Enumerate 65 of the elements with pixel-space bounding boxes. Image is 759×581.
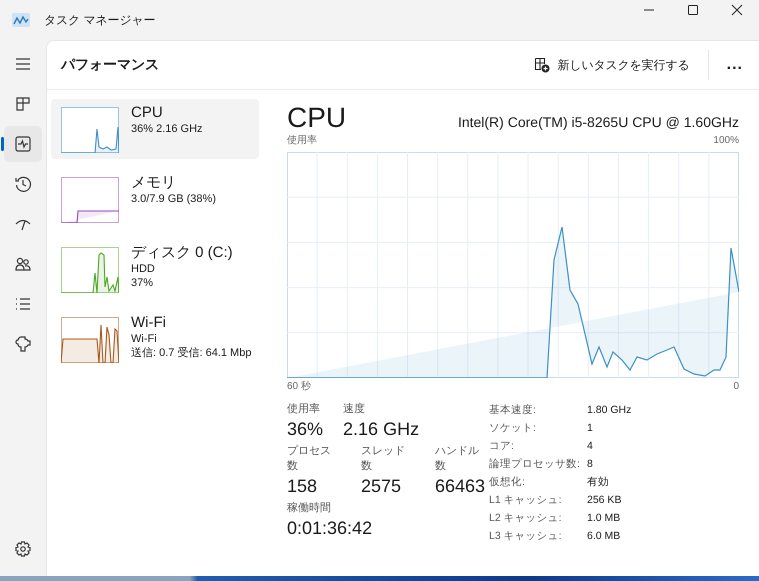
device-name: CPU [131, 103, 164, 122]
device-name: メモリ [131, 173, 177, 192]
stat-value: 0:01:36:42 [287, 517, 372, 540]
stat-label: 使用率 [287, 402, 321, 417]
property-label: L3 キャッシュ: [489, 529, 563, 544]
new-task-icon [534, 57, 550, 73]
stat-value: 66463 [435, 475, 486, 498]
property-value: 6.0 MB [587, 529, 622, 544]
users-icon [14, 255, 32, 273]
device-detail: 3.0/7.9 GB (38%) [131, 192, 216, 206]
stat-label: ハンドル数 [435, 444, 480, 474]
property-value: 4 [587, 439, 594, 454]
stat-value: 2.16 GHz [343, 418, 420, 441]
device-item[interactable]: CPU 36% 2.16 GHz [51, 99, 259, 159]
property-value: 8 [587, 457, 594, 472]
detail-title: CPU [287, 102, 346, 134]
nav-item[interactable] [4, 126, 42, 162]
property-label: 論理プロセッサ数: [489, 457, 581, 472]
device-detail: HDD [131, 262, 156, 276]
settings-icon[interactable] [14, 540, 32, 558]
usage-thumbnail [61, 177, 119, 223]
pulse-icon [14, 135, 32, 153]
usage-thumbnail [61, 247, 119, 293]
graph-max-label: 100% [713, 134, 739, 148]
usage-thumbnail [61, 107, 119, 153]
more-button[interactable]: ... [718, 52, 751, 78]
property-label: ソケット: [489, 421, 537, 436]
window-title: タスク マネージャー [44, 12, 156, 28]
graph-start-label: 60 秒 [287, 380, 311, 394]
property-label: 仮想化: [489, 475, 526, 490]
device-detail: 36% 2.16 GHz [131, 122, 203, 136]
device-item[interactable]: ディスク 0 (C:) HDD 37% [51, 239, 259, 299]
device-detail: 送信: 0.7 受信: 64.1 Mbp [131, 346, 252, 360]
property-value: 1.0 MB [587, 511, 622, 526]
property-value: 1.80 GHz [587, 403, 632, 418]
stat-label: 速度 [343, 402, 366, 417]
cpu-model: Intel(R) Core(TM) i5-8265U CPU @ 1.60GHz [458, 114, 739, 130]
graph-label: 使用率 [287, 134, 317, 148]
stat-label: 稼働時間 [287, 501, 332, 516]
graph-end-label: 0 [733, 380, 739, 394]
run-new-task-button[interactable]: 新しいタスクを実行する [526, 50, 698, 80]
stat-label: プロセス数 [287, 444, 332, 474]
device-detail: Wi-Fi [131, 332, 158, 346]
property-value: 256 KB [587, 493, 622, 508]
device-item[interactable]: メモリ 3.0/7.9 GB (38%) [51, 169, 259, 229]
stat-label: スレッド数 [361, 444, 406, 474]
puzzle-icon [14, 335, 32, 353]
usage-thumbnail [61, 317, 119, 363]
stat-value: 36% [287, 418, 324, 441]
property-label: L2 キャッシュ: [489, 511, 563, 526]
property-value: 有効 [587, 475, 610, 490]
device-name: ディスク 0 (C:) [131, 243, 233, 262]
device-item[interactable]: Wi-Fi Wi-Fi 送信: 0.7 受信: 64.1 Mbp [51, 309, 259, 369]
device-name: Wi-Fi [131, 313, 167, 332]
property-value: 1 [587, 421, 594, 436]
grid-icon [14, 95, 32, 113]
property-label: L1 キャッシュ: [489, 493, 563, 508]
device-detail: 37% [131, 276, 154, 290]
page-title: パフォーマンス [61, 56, 159, 74]
stat-value: 2575 [361, 475, 402, 498]
stat-value: 158 [287, 475, 318, 498]
app-icon [12, 13, 30, 27]
property-label: コア: [489, 439, 515, 454]
property-label: 基本速度: [489, 403, 537, 418]
history-icon [14, 175, 32, 193]
